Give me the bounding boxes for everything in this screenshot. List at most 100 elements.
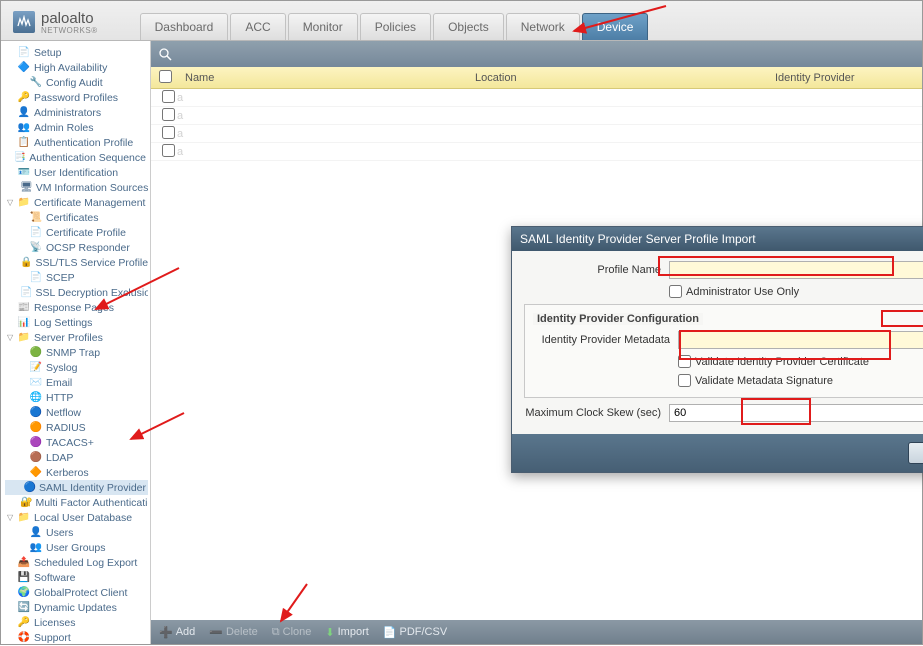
sidebar-item-ssl-tls-service-profile[interactable]: 🔒SSL/TLS Service Profile	[5, 255, 148, 270]
delete-button[interactable]: ➖Delete	[209, 626, 258, 639]
sidebar-item-multi-factor-authentication[interactable]: 🔐Multi Factor Authentication	[5, 495, 148, 510]
sidebar-item-authentication-profile[interactable]: 📋Authentication Profile	[5, 135, 148, 150]
tree-icon: 👤	[17, 106, 31, 119]
sidebar-item-globalprotect-client[interactable]: 🌍GlobalProtect Client	[5, 585, 148, 600]
sidebar-item-certificate-profile[interactable]: 📄Certificate Profile	[5, 225, 148, 240]
dialog-title: SAML Identity Provider Server Profile Im…	[520, 232, 756, 246]
row-checkbox[interactable]	[162, 108, 175, 121]
validate-cert-checkbox[interactable]	[678, 355, 691, 368]
tab-policies[interactable]: Policies	[360, 13, 431, 40]
table-row[interactable]: a	[151, 143, 922, 161]
sidebar-item-ocsp-responder[interactable]: 📡OCSP Responder	[5, 240, 148, 255]
device-sidebar[interactable]: 📄Setup🔷High Availability🔧Config Audit🔑Pa…	[1, 41, 151, 644]
profile-name-input[interactable]	[669, 261, 923, 279]
add-button[interactable]: ➕Add	[159, 626, 195, 639]
sidebar-item-licenses[interactable]: 🔑Licenses	[5, 615, 148, 630]
sidebar-item-tacacs-[interactable]: 🟣TACACS+	[5, 435, 148, 450]
tree-label: Config Audit	[46, 77, 103, 89]
sidebar-item-setup[interactable]: 📄Setup	[5, 45, 148, 60]
sidebar-item-kerberos[interactable]: 🔶Kerberos	[5, 465, 148, 480]
sidebar-item-server-profiles[interactable]: ▽📁Server Profiles	[5, 330, 148, 345]
row-name: a	[177, 110, 467, 122]
clockskew-input[interactable]	[669, 404, 923, 422]
row-checkbox[interactable]	[162, 144, 175, 157]
sidebar-item-user-groups[interactable]: 👥User Groups	[5, 540, 148, 555]
tab-network[interactable]: Network	[506, 13, 580, 40]
col-location[interactable]: Location	[467, 72, 767, 84]
admin-only-checkbox[interactable]	[669, 285, 682, 298]
tree-icon: 🟠	[29, 421, 43, 434]
ok-button[interactable]: OK	[908, 442, 923, 464]
sidebar-item-saml-identity-provider[interactable]: 🔵SAML Identity Provider	[5, 480, 148, 495]
sidebar-item-certificate-management[interactable]: ▽📁Certificate Management	[5, 195, 148, 210]
sidebar-item-password-profiles[interactable]: 🔑Password Profiles	[5, 90, 148, 105]
metadata-input[interactable]	[678, 331, 923, 349]
import-button[interactable]: ⬇Import	[325, 626, 368, 639]
sidebar-item-certificates[interactable]: 📜Certificates	[5, 210, 148, 225]
sidebar-item-vm-information-sources[interactable]: 🖥VM Information Sources	[5, 180, 148, 195]
row-checkbox[interactable]	[162, 126, 175, 139]
tree-icon: 🟣	[29, 436, 43, 449]
minus-icon: ➖	[209, 626, 223, 639]
tab-monitor[interactable]: Monitor	[288, 13, 358, 40]
sidebar-item-netflow[interactable]: 🔵Netflow	[5, 405, 148, 420]
pdfcsv-button[interactable]: 📄PDF/CSV	[383, 626, 447, 639]
tree-icon: 🔒	[20, 256, 32, 269]
sidebar-item-http[interactable]: 🌐HTTP	[5, 390, 148, 405]
sidebar-item-dynamic-updates[interactable]: 🔄Dynamic Updates	[5, 600, 148, 615]
table-row[interactable]: a	[151, 89, 922, 107]
sidebar-item-ssl-decryption-exclusion[interactable]: 📄SSL Decryption Exclusion	[5, 285, 148, 300]
tree-label: Password Profiles	[34, 92, 118, 104]
tab-device[interactable]: Device	[582, 13, 649, 40]
sidebar-item-syslog[interactable]: 📝Syslog	[5, 360, 148, 375]
sidebar-item-authentication-sequence[interactable]: 📑Authentication Sequence	[5, 150, 148, 165]
sidebar-item-high-availability[interactable]: 🔷High Availability	[5, 60, 148, 75]
tree-label: Log Settings	[34, 317, 92, 329]
search-icon[interactable]	[157, 46, 173, 62]
tree-label: Server Profiles	[34, 332, 103, 344]
tree-label: Certificate Profile	[46, 227, 126, 239]
tab-acc[interactable]: ACC	[230, 13, 285, 40]
sidebar-item-ldap[interactable]: 🟤LDAP	[5, 450, 148, 465]
sidebar-item-user-identification[interactable]: 🪪User Identification	[5, 165, 148, 180]
sidebar-item-email[interactable]: ✉️Email	[5, 375, 148, 390]
toggle-icon: ▽	[7, 513, 16, 522]
tab-dashboard[interactable]: Dashboard	[140, 13, 229, 40]
col-idp[interactable]: Identity Provider	[767, 72, 922, 84]
dialog-title-bar[interactable]: SAML Identity Provider Server Profile Im…	[512, 227, 923, 251]
tree-icon: 📑	[14, 151, 26, 164]
tab-objects[interactable]: Objects	[433, 13, 504, 40]
row-checkbox[interactable]	[162, 90, 175, 103]
sidebar-item-response-pages[interactable]: 📰Response Pages	[5, 300, 148, 315]
tree-icon: 🔵	[29, 406, 43, 419]
tree-label: Kerberos	[46, 467, 89, 479]
sidebar-item-administrators[interactable]: 👤Administrators	[5, 105, 148, 120]
sidebar-item-log-settings[interactable]: 📊Log Settings	[5, 315, 148, 330]
sidebar-item-radius[interactable]: 🟠RADIUS	[5, 420, 148, 435]
tree-icon: 📝	[29, 361, 43, 374]
admin-only-label: Administrator Use Only	[686, 286, 799, 298]
tree-label: Syslog	[46, 362, 78, 374]
sidebar-item-snmp-trap[interactable]: 🟢SNMP Trap	[5, 345, 148, 360]
tree-label: Multi Factor Authentication	[35, 497, 148, 509]
sidebar-item-software[interactable]: 💾Software	[5, 570, 148, 585]
table-row[interactable]: a	[151, 125, 922, 143]
select-all-checkbox[interactable]	[159, 70, 172, 83]
clone-button[interactable]: ⧉Clone	[272, 626, 312, 639]
sidebar-item-scheduled-log-export[interactable]: 📤Scheduled Log Export	[5, 555, 148, 570]
sidebar-item-local-user-database[interactable]: ▽📁Local User Database	[5, 510, 148, 525]
sidebar-item-users[interactable]: 👤Users	[5, 525, 148, 540]
sidebar-item-config-audit[interactable]: 🔧Config Audit	[5, 75, 148, 90]
sidebar-item-scep[interactable]: 📄SCEP	[5, 270, 148, 285]
tree-icon: 📜	[29, 211, 43, 224]
table-row[interactable]: a	[151, 107, 922, 125]
validate-sig-checkbox[interactable]	[678, 374, 691, 387]
sidebar-item-support[interactable]: 🛟Support	[5, 630, 148, 644]
tree-label: Certificate Management	[34, 197, 145, 209]
sidebar-item-admin-roles[interactable]: 👥Admin Roles	[5, 120, 148, 135]
col-name[interactable]: Name	[177, 72, 467, 84]
tree-label: SNMP Trap	[46, 347, 100, 359]
tree-label: Authentication Profile	[34, 137, 133, 149]
tree-label: TACACS+	[46, 437, 94, 449]
tree-label: Local User Database	[34, 512, 132, 524]
